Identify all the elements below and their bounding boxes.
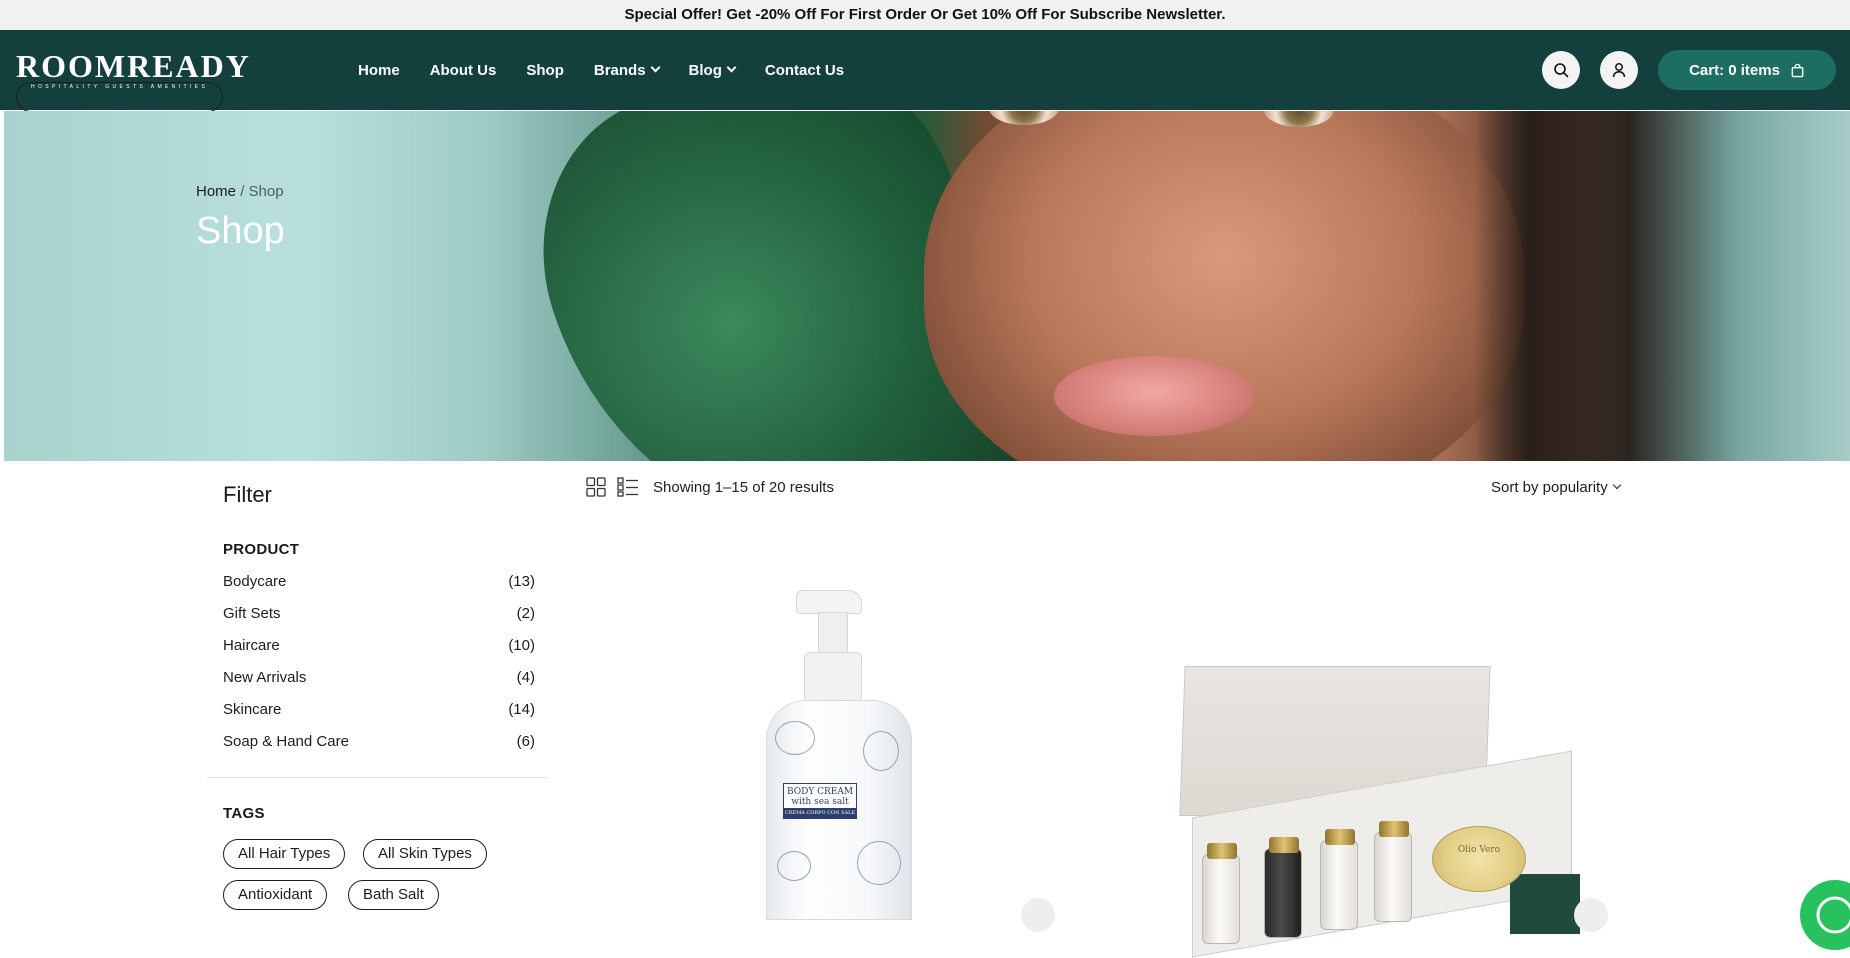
category-item[interactable]: Skincare (14) [223, 701, 535, 723]
list-view-button[interactable] [617, 476, 639, 498]
category-item[interactable]: Bodycare (13) [223, 573, 535, 595]
grid-icon [586, 477, 606, 497]
bottle-cap [804, 652, 862, 702]
logo-word: ROOMREADY [16, 48, 251, 84]
user-icon [1612, 63, 1626, 78]
category-count: (6) [516, 733, 535, 750]
nav-brands[interactable]: Brands [593, 61, 660, 79]
breadcrumb-current: Shop [248, 183, 284, 200]
product-label-strip: CREMA CORPO CON SALE MARINO [784, 808, 856, 826]
product-card-image[interactable]: Olio Vero [1179, 664, 1600, 958]
account-button[interactable] [1600, 51, 1638, 89]
category-count: (10) [508, 637, 535, 654]
chevron-down-icon [726, 62, 737, 73]
shell-illustration [863, 731, 899, 771]
tag-chip[interactable]: Antioxidant [223, 880, 328, 910]
mini-bottle [1264, 837, 1302, 938]
breadcrumb-separator: / [240, 183, 245, 200]
bottle-body: BODY CREAM with sea salt CREMA CORPO CON… [766, 700, 912, 920]
announcement-bar: Special Offer! Get -20% Off For First Or… [0, 0, 1850, 30]
category-name: Bodycare [223, 573, 287, 590]
shopping-bag-icon [1791, 63, 1804, 77]
nav-contact[interactable]: Contact Us [765, 62, 844, 79]
category-item[interactable]: Gift Sets (2) [223, 605, 535, 627]
category-name: Soap & Hand Care [223, 733, 349, 750]
nav-home[interactable]: Home [358, 62, 400, 79]
filter-divider [207, 777, 547, 778]
nav-shop[interactable]: Shop [526, 62, 564, 79]
result-count: Showing 1–15 of 20 results [653, 478, 834, 496]
tag-chip[interactable]: Bath Salt [348, 880, 439, 910]
category-name: Gift Sets [223, 605, 281, 622]
nav-contact-label: Contact Us [764, 61, 845, 79]
category-item[interactable]: New Arrivals (4) [223, 669, 535, 691]
sort-dropdown[interactable]: Sort by popularity [1491, 479, 1621, 496]
cart-button[interactable]: Cart: 0 items [1658, 50, 1836, 90]
category-count: (4) [516, 669, 535, 686]
category-name: New Arrivals [223, 669, 307, 686]
product-label: BODY CREAM with sea salt CREMA CORPO CON… [783, 783, 857, 826]
category-count: (14) [508, 701, 535, 718]
shell-illustration [777, 851, 811, 881]
shop-toolbar: Showing 1–15 of 20 results [585, 476, 834, 498]
list-icon [617, 477, 638, 497]
shell-illustration [857, 841, 901, 885]
site-header: ROOMREADY HOSPITALITY GUESTS AMENITIES H… [0, 30, 1850, 112]
whatsapp-icon [1816, 896, 1850, 934]
search-icon [1554, 63, 1569, 78]
hero-lips [1054, 356, 1254, 436]
logo[interactable]: ROOMREADY HOSPITALITY GUESTS AMENITIES [16, 48, 251, 112]
main-nav: Home About Us Shop Brands Blog Contact U… [358, 30, 844, 110]
logo-tagline: HOSPITALITY GUESTS AMENITIES [16, 82, 224, 112]
hero-banner [4, 111, 1850, 461]
search-button[interactable] [1542, 51, 1580, 89]
nav-brands-label: Brands [593, 61, 646, 79]
category-count: (13) [508, 573, 535, 590]
nav-about[interactable]: About Us [430, 62, 497, 79]
category-count: (2) [516, 605, 535, 622]
nav-blog[interactable]: Blog [688, 61, 737, 79]
grid-view-button[interactable] [585, 476, 607, 498]
breadcrumb: Home / Shop [196, 183, 284, 200]
soap-bar: Olio Vero [1432, 826, 1526, 892]
sort-label: Sort by popularity [1491, 479, 1608, 496]
chevron-down-icon [1612, 480, 1621, 490]
product-prev-arrow[interactable] [1021, 898, 1055, 932]
mini-bottle [1202, 843, 1240, 944]
nav-blog-label: Blog [688, 61, 722, 79]
bottle-pump [796, 590, 862, 614]
page-title: Shop [196, 210, 285, 252]
filter-title: Filter [223, 482, 272, 507]
category-item[interactable]: Haircare (10) [223, 637, 535, 659]
mini-bottle [1320, 829, 1358, 930]
soap-text: Olio Vero [1457, 845, 1501, 855]
category-name: Haircare [223, 637, 280, 654]
product-card-image[interactable]: BODY CREAM with sea salt CREMA CORPO CON… [760, 590, 912, 920]
product-next-arrow[interactable] [1574, 898, 1608, 932]
product-label-sub: with sea salt [791, 797, 849, 807]
nav-shop-label: Shop [526, 61, 564, 79]
gift-box-side [1510, 874, 1580, 934]
breadcrumb-home[interactable]: Home [196, 183, 236, 200]
hero-hair [1474, 111, 1614, 461]
category-item[interactable]: Soap & Hand Care (6) [223, 733, 535, 755]
shell-illustration [775, 721, 815, 755]
product-label-title: BODY CREAM [786, 787, 854, 797]
cart-label: Cart: 0 items [1689, 61, 1780, 79]
category-name: Skincare [223, 701, 282, 718]
tag-chip[interactable]: All Skin Types [363, 839, 487, 869]
nav-home-label: Home [358, 61, 400, 79]
chevron-down-icon [650, 62, 660, 73]
tags-heading: TAGS [223, 805, 265, 822]
tag-chip[interactable]: All Hair Types [223, 839, 346, 869]
whatsapp-button[interactable] [1800, 880, 1850, 950]
nav-about-label: About Us [429, 61, 497, 79]
product-filter-heading: PRODUCT [223, 541, 300, 558]
